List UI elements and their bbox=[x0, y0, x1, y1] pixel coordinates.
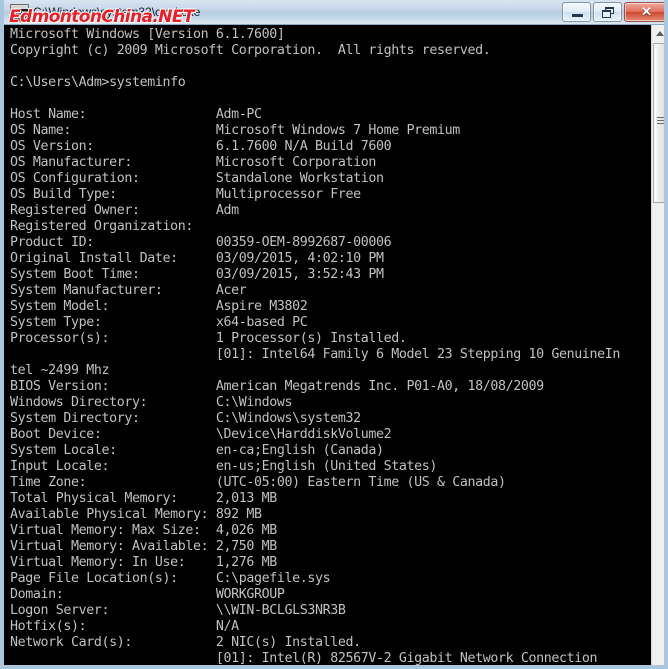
cmd-window: c:\ C:\Windows\system32\cmd.exe ✕ Micros… bbox=[0, 0, 668, 669]
window-title: C:\Windows\system32\cmd.exe bbox=[33, 5, 201, 19]
console-client-area[interactable]: Microsoft Windows [Version 6.1.7600] Cop… bbox=[8, 25, 664, 665]
minimize-button[interactable] bbox=[562, 2, 591, 22]
triangle-up-icon bbox=[656, 31, 664, 36]
scrollbar-grip-icon bbox=[657, 117, 664, 125]
scrollbar-thumb[interactable] bbox=[653, 43, 664, 203]
maximize-restore-button[interactable] bbox=[593, 2, 622, 22]
title-bar[interactable]: c:\ C:\Windows\system32\cmd.exe ✕ bbox=[4, 0, 664, 25]
cmd-icon-bar bbox=[11, 5, 28, 9]
minimize-icon bbox=[572, 14, 583, 17]
close-button[interactable]: ✕ bbox=[624, 2, 664, 22]
restore-front-icon bbox=[602, 10, 611, 18]
cmd-icon[interactable]: c:\ bbox=[10, 4, 29, 22]
vertical-scrollbar[interactable] bbox=[651, 25, 664, 665]
close-icon: ✕ bbox=[641, 4, 652, 19]
cmd-icon-prompt: c:\ bbox=[13, 10, 26, 18]
console-output: Microsoft Windows [Version 6.1.7600] Cop… bbox=[10, 27, 621, 665]
window-controls: ✕ bbox=[562, 2, 664, 22]
scroll-up-arrow-icon[interactable] bbox=[652, 25, 664, 42]
